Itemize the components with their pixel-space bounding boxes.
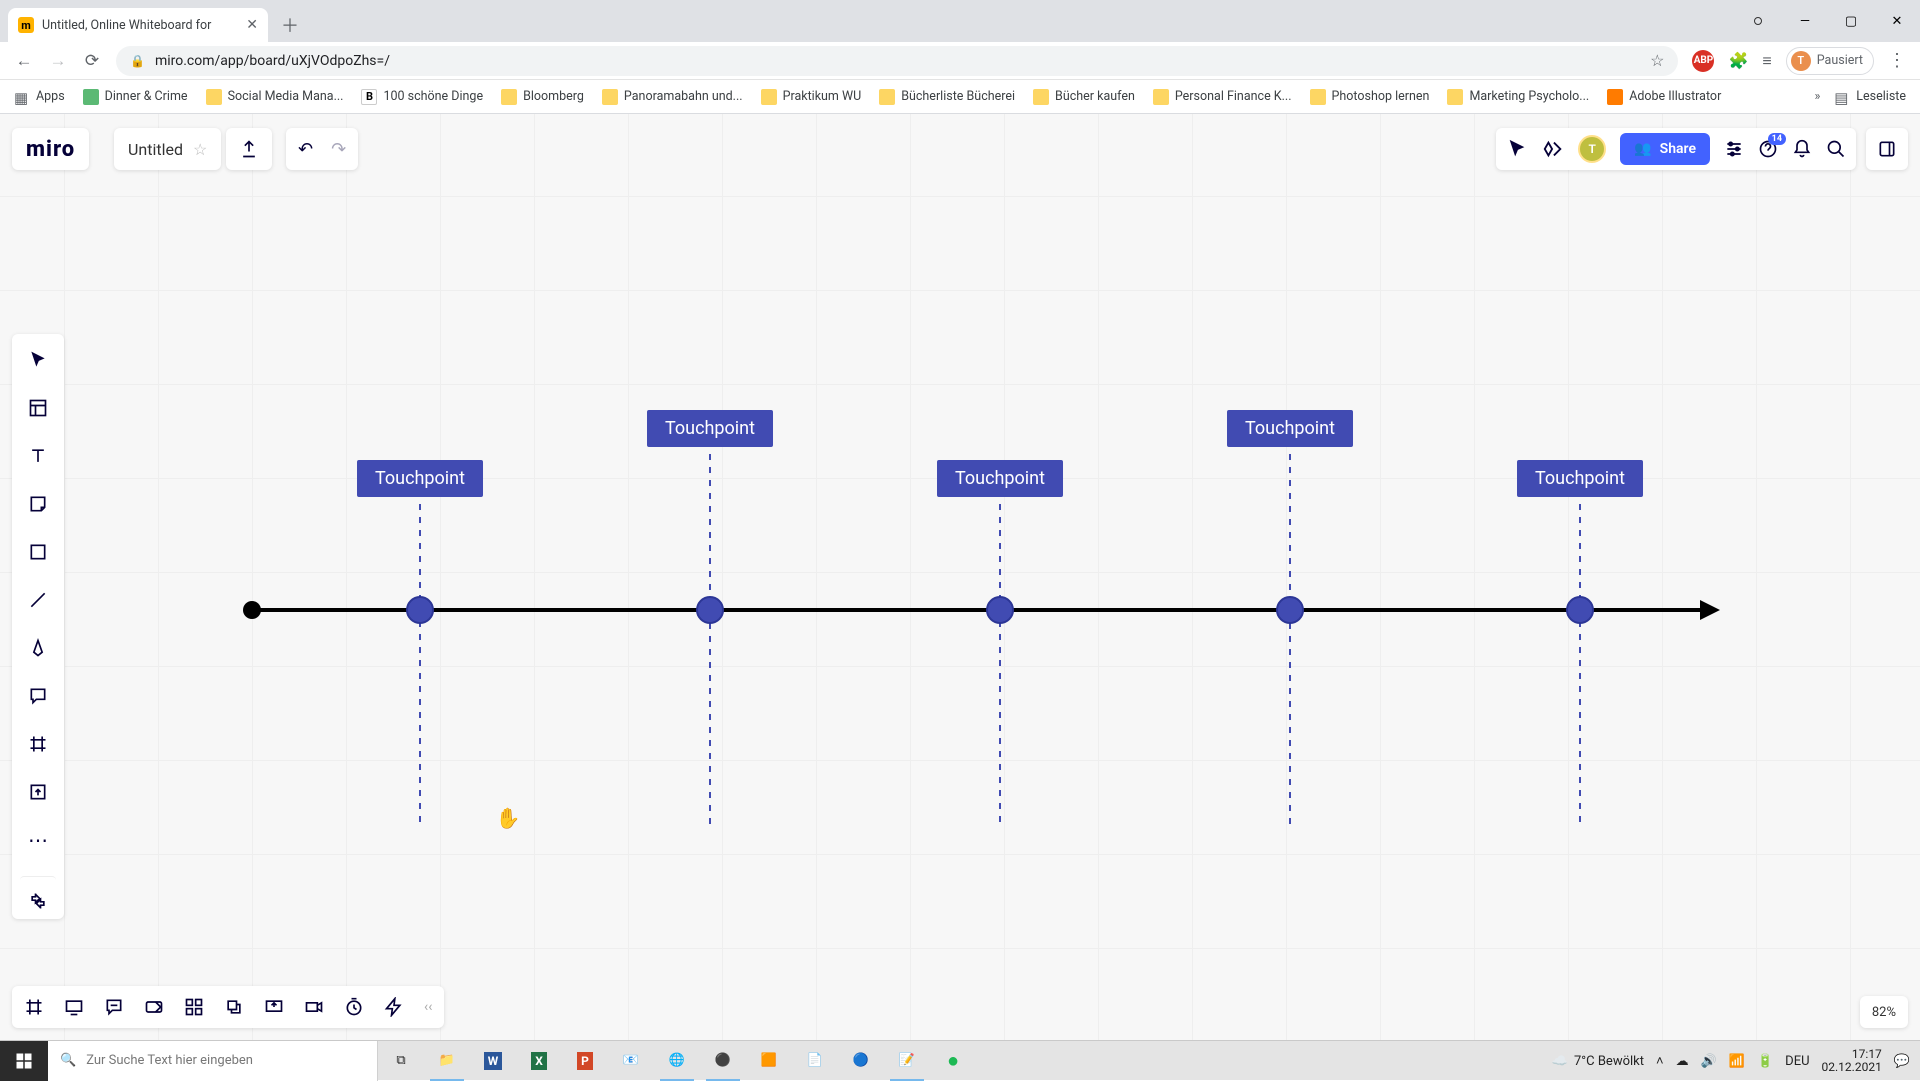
reading-list-button[interactable]: ▤Leseliste — [1834, 89, 1906, 105]
onedrive-icon[interactable]: ☁ — [1676, 1054, 1689, 1069]
word-icon[interactable]: W — [470, 1041, 516, 1081]
profile-status: Pausiert — [1817, 53, 1863, 68]
browser-tabstrip: m Untitled, Online Whiteboard for ✕ ＋ — … — [0, 0, 1920, 42]
tab-title: Untitled, Online Whiteboard for — [42, 18, 211, 33]
extensions-icon[interactable]: 🧩 — [1728, 51, 1748, 70]
bookmark-item[interactable]: Social Media Mana... — [206, 89, 344, 105]
apps-shortcut[interactable]: ▦Apps — [14, 89, 65, 105]
canvas-content[interactable] — [0, 114, 1920, 1040]
reading-list-toggle-icon[interactable]: ≡ — [1762, 51, 1771, 71]
bookmark-item[interactable]: Dinner & Crime — [83, 89, 188, 105]
address-bar[interactable]: 🔒 miro.com/app/board/uXjVOdpoZhs=/ ☆ — [116, 46, 1678, 76]
volume-icon[interactable]: 🔊 — [1701, 1054, 1717, 1069]
clock[interactable]: 17:17 02.12.2021 — [1822, 1048, 1882, 1074]
excel-icon[interactable]: X — [516, 1041, 562, 1081]
tray-chevron-icon[interactable]: ˄ — [1656, 1053, 1664, 1069]
forward-button[interactable]: → — [48, 51, 68, 71]
weather-widget[interactable]: ☁️ 7°C Bewölkt — [1552, 1054, 1644, 1069]
powerpoint-icon[interactable]: P — [562, 1041, 608, 1081]
profile-avatar-icon: T — [1791, 51, 1811, 71]
task-view-icon[interactable]: ⧉ — [378, 1041, 424, 1081]
bookmark-item[interactable]: Panoramabahn und... — [602, 89, 743, 105]
browser-toolbar: ← → ⟳ 🔒 miro.com/app/board/uXjVOdpoZhs=/… — [0, 42, 1920, 80]
profile-chip[interactable]: T Pausiert — [1786, 47, 1874, 75]
browser-tab[interactable]: m Untitled, Online Whiteboard for ✕ — [8, 8, 268, 42]
touchpoint-label[interactable]: Touchpoint — [357, 460, 483, 497]
touchpoint-label[interactable]: Touchpoint — [937, 460, 1063, 497]
bookmark-item[interactable]: Bloomberg — [501, 89, 584, 105]
touchpoint-label[interactable]: Touchpoint — [1227, 410, 1353, 447]
language-indicator[interactable]: DEU — [1785, 1054, 1809, 1069]
extension-abp-icon[interactable]: ABP — [1692, 50, 1714, 72]
bookmark-item[interactable]: Personal Finance K... — [1153, 89, 1292, 105]
mail-icon[interactable]: 📧 — [608, 1041, 654, 1081]
windows-taskbar: 🔍 Zur Suche Text hier eingeben ⧉ 📁 W X P… — [0, 1040, 1920, 1080]
maximize-button[interactable]: ▢ — [1828, 5, 1874, 37]
bookmark-item[interactable]: Bücher kaufen — [1033, 89, 1135, 105]
explorer-icon[interactable]: 📁 — [424, 1041, 470, 1081]
app-icon[interactable]: 🟧 — [746, 1041, 792, 1081]
system-tray: ☁️ 7°C Bewölkt ˄ ☁ 🔊 📶 🔋 DEU 17:17 02.12… — [1542, 1041, 1920, 1081]
touchpoint-label[interactable]: Touchpoint — [1517, 460, 1643, 497]
new-tab-button[interactable]: ＋ — [276, 11, 304, 39]
bookmark-item[interactable]: Adobe Illustrator — [1607, 89, 1721, 105]
bookmark-item[interactable]: B100 schöne Dinge — [361, 89, 483, 105]
bookmark-star-icon[interactable]: ☆ — [1650, 51, 1664, 70]
start-button[interactable] — [0, 1041, 48, 1081]
chrome-menu-button[interactable]: ⋮ — [1888, 50, 1906, 71]
battery-icon[interactable]: 🔋 — [1757, 1054, 1773, 1069]
miro-canvas-area[interactable]: miro Untitled ☆ ↶ ↷ T 👥 Share 14 — [0, 114, 1920, 1040]
back-button[interactable]: ← — [14, 51, 34, 71]
chrome-icon[interactable]: 🌐 — [654, 1041, 700, 1081]
tab-favicon: m — [18, 17, 34, 33]
bookmarks-overflow-icon[interactable]: » — [1814, 89, 1820, 104]
bookmarks-bar: ▦Apps Dinner & Crime Social Media Mana..… — [0, 80, 1920, 114]
notepad-icon[interactable]: 📝 — [884, 1041, 930, 1081]
window-controls: — ▢ ✕ — [1754, 0, 1920, 42]
url-text: miro.com/app/board/uXjVOdpoZhs=/ — [155, 53, 390, 69]
obs-icon[interactable]: ⚫ — [700, 1041, 746, 1081]
notifications-icon[interactable]: 💬 — [1894, 1054, 1910, 1069]
hand-cursor-icon: ✋ — [496, 806, 521, 830]
bookmark-item[interactable]: Marketing Psycholo... — [1447, 89, 1589, 105]
taskbar-apps: ⧉ 📁 W X P 📧 🌐 ⚫ 🟧 📄 🔵 📝 ● — [378, 1041, 976, 1081]
bookmark-item[interactable]: Bücherliste Bücherei — [879, 89, 1015, 105]
close-window-button[interactable]: ✕ — [1874, 5, 1920, 37]
bookmark-item[interactable]: Photoshop lernen — [1310, 89, 1430, 105]
search-icon: 🔍 — [60, 1053, 76, 1068]
edge-icon[interactable]: 🔵 — [838, 1041, 884, 1081]
touchpoint-label[interactable]: Touchpoint — [647, 410, 773, 447]
notes-icon[interactable]: 📄 — [792, 1041, 838, 1081]
tab-close-icon[interactable]: ✕ — [246, 17, 258, 33]
bookmark-item[interactable]: Praktikum WU — [761, 89, 862, 105]
wifi-icon[interactable]: 📶 — [1729, 1054, 1745, 1069]
spotify-icon[interactable]: ● — [930, 1041, 976, 1081]
lock-icon: 🔒 — [130, 54, 145, 68]
minimize-button[interactable]: — — [1782, 5, 1828, 37]
account-dot-icon[interactable] — [1754, 17, 1762, 25]
search-placeholder: Zur Suche Text hier eingeben — [86, 1053, 253, 1068]
taskbar-search[interactable]: 🔍 Zur Suche Text hier eingeben — [48, 1041, 378, 1081]
reload-button[interactable]: ⟳ — [82, 51, 102, 71]
